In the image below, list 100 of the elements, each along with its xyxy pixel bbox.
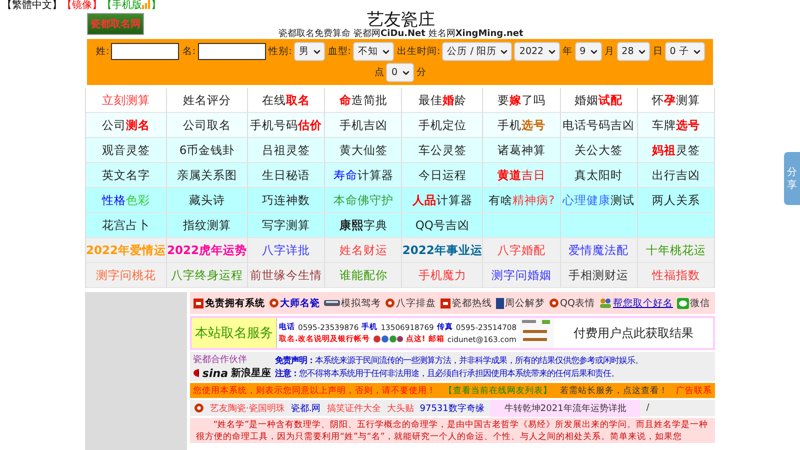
menu-link[interactable]: 八字详批 — [248, 238, 326, 263]
dropdown[interactable]: 0 — [386, 63, 414, 82]
menu-link[interactable]: 生日秘语 — [248, 163, 326, 188]
nav-link[interactable]: 免责拥有系统 — [193, 296, 265, 310]
result-link[interactable]: 付费用户点此获取结果 — [554, 318, 713, 348]
menu-link[interactable]: 姓名评分 — [167, 88, 248, 113]
menu-link[interactable]: 最佳婚龄 — [402, 88, 484, 113]
menu-link[interactable]: 测字问婚姻 — [483, 263, 561, 288]
menu-link[interactable]: 2022年事业运 — [402, 238, 484, 263]
menu-link[interactable]: 手机吉凶 — [325, 113, 402, 138]
top-link[interactable]: 【手机版 — [102, 0, 142, 11]
menu-link[interactable]: 公司 测名 — [86, 113, 168, 138]
menu-link[interactable]: 真太阳时 — [560, 163, 638, 188]
menu-link[interactable]: 怀孕测算 — [638, 88, 715, 113]
circle-icon — [549, 298, 559, 308]
field-label: 名: — [182, 45, 196, 58]
menu-link[interactable]: 手机选号 — [483, 113, 561, 138]
menu-link[interactable]: 诸葛神算 — [483, 138, 561, 163]
nav-link[interactable]: 瓷都热线 — [440, 296, 492, 310]
menu-link[interactable]: 要嫁了吗 — [483, 88, 561, 113]
menu-link[interactable]: QQ号吉凶 — [402, 213, 484, 238]
menu-link[interactable]: 公司取名 — [167, 113, 248, 138]
menu-link[interactable]: 关公大签 — [560, 138, 638, 163]
nav-link[interactable]: 八字排盘 — [385, 296, 436, 310]
friend-link[interactable]: / — [646, 403, 650, 413]
menu-link[interactable]: 手机定位 — [402, 113, 484, 138]
payment-icons — [372, 335, 403, 343]
dropdown[interactable]: 9 — [574, 42, 602, 61]
unit-label: 分 — [416, 66, 427, 79]
menu-link[interactable]: 英文名字 — [86, 163, 168, 188]
menu-link[interactable]: 寿命计算器 — [325, 163, 402, 188]
menu-link[interactable]: 爱情魔法配 — [560, 238, 638, 263]
menu-link[interactable]: 立刻测算 — [86, 88, 168, 113]
menu-link[interactable]: 黄道吉日 — [483, 163, 561, 188]
circle-icon — [269, 298, 279, 308]
field-label: 姓: — [96, 45, 110, 58]
top-link[interactable]: 】 — [151, 0, 161, 11]
menu-link[interactable]: 性格色彩 — [86, 188, 168, 213]
disclaimer-text: 注意：您不得将本系统用于任何非法用途，且必须自行承担因使用本系统带来的任何后果和责任。 — [275, 368, 620, 378]
menu-link[interactable]: 亲属关系图 — [167, 163, 248, 188]
nav-link[interactable]: 模拟驾考 — [324, 296, 381, 310]
menu-link[interactable]: 车牌选号 — [638, 113, 715, 138]
menu-link[interactable]: 两人关系 — [638, 188, 715, 213]
menu-link[interactable]: 6币金钱卦 — [167, 138, 248, 163]
signal-icon — [142, 0, 151, 9]
input-field[interactable] — [111, 43, 180, 60]
menu-link[interactable]: 写字测算 — [248, 213, 326, 238]
friend-link[interactable]: 瓷都.网 — [290, 402, 321, 414]
dropdown[interactable]: 2022 — [514, 42, 560, 61]
menu-link[interactable]: 指纹测算 — [167, 213, 248, 238]
menu-link[interactable]: 出行吉凶 — [638, 163, 715, 188]
top-link[interactable]: 【镜像】 — [62, 0, 102, 11]
nav-link[interactable]: 微信 — [676, 296, 710, 310]
nav-link[interactable]: 周公解梦 — [496, 296, 545, 310]
dropdown[interactable]: 28 — [616, 42, 650, 61]
notice-link[interactable]: 若需站长服务，点这查看！ — [560, 384, 668, 396]
nav-link[interactable]: 帮您取个好名 — [598, 296, 673, 310]
square-icon — [440, 298, 451, 308]
menu-link[interactable]: 藏头诗 — [167, 188, 248, 213]
field-label: 出生时间: — [396, 45, 440, 58]
brand-logo: sina — [202, 366, 228, 380]
menu-link[interactable]: 吕祖灵签 — [248, 138, 326, 163]
service-title: 本站取名服务 — [192, 318, 277, 348]
nav-link[interactable]: 大师名瓷 — [269, 296, 320, 310]
menu-link[interactable]: 今日运程 — [402, 163, 484, 188]
friend-link[interactable]: 牛转乾坤2021年流年运势详批 — [490, 400, 640, 416]
menu-link[interactable]: 车公灵签 — [402, 138, 484, 163]
menu-link[interactable]: 人品计算器 — [402, 188, 484, 213]
menu-link[interactable]: 婚姻试配 — [560, 88, 638, 113]
nav-link[interactable]: QQ表情 — [549, 296, 595, 310]
unit-label: 年 — [562, 45, 573, 58]
menu-link[interactable]: 在线取名 — [248, 88, 326, 113]
disclaimer-text: 免责声明：本系统来源于民间流传的一些测算方法，并非科学成果，所有的结果仅供您参考或闲时娱乐。 — [275, 354, 643, 366]
menu-link[interactable]: 手相测财运 — [560, 263, 638, 288]
menu-link[interactable]: 前世缘今生情 — [248, 263, 326, 288]
menu-link[interactable]: 巧连神数 — [248, 188, 326, 213]
dropdown[interactable]: 不知 — [352, 42, 394, 61]
site-subtitle: 瓷都取名免费算命 瓷都网CiDu.Net 姓名网XingMing.net — [278, 29, 524, 39]
menu-link[interactable]: 心理健康测试 — [560, 188, 638, 213]
menu-link[interactable]: 黄大仙签 — [325, 138, 402, 163]
site-title: 艺友瓷庄 — [367, 11, 435, 29]
menu-link[interactable]: 花宫占卜 — [86, 213, 168, 238]
intro-paragraph: “姓名学”是一种含有数理学、阴阳、五行学概念的命理学，是由中国古老哲学《易经》所发展出来的学问。而且姓名学是一种很方便的命理工具，因为只需要利用“姓”与“名”，就能研究一个人的命运、个性、与人之间的相处关系。简单来说，如果您 — [190, 418, 715, 443]
menu-link[interactable]: 康熙字典 — [325, 213, 402, 238]
unit-label: 月 — [604, 45, 615, 58]
dropdown[interactable]: 男 — [294, 42, 325, 61]
dropdown[interactable]: 公历 / 阳历 — [442, 42, 512, 61]
menu-link[interactable]: 有啥精神病? — [483, 188, 561, 213]
unit-label: 日 — [652, 45, 663, 58]
field-label: 性别: — [268, 45, 292, 58]
menu-link[interactable]: 手机号码估价 — [248, 113, 326, 138]
menu-link[interactable]: 观音灵签 — [86, 138, 168, 163]
menu-link[interactable]: 电话号码吉凶 — [560, 113, 638, 138]
friend-link[interactable]: 97531数字奇缘 — [420, 402, 484, 414]
brand-name: 新浪星座 — [231, 366, 271, 380]
menu-link[interactable]: 命造简批 — [325, 88, 402, 113]
dropdown[interactable]: 0 子 — [664, 42, 705, 61]
input-field[interactable] — [198, 43, 266, 60]
unit-label: 点 — [374, 66, 384, 79]
menu-link[interactable]: 妈祖灵签 — [638, 138, 715, 163]
